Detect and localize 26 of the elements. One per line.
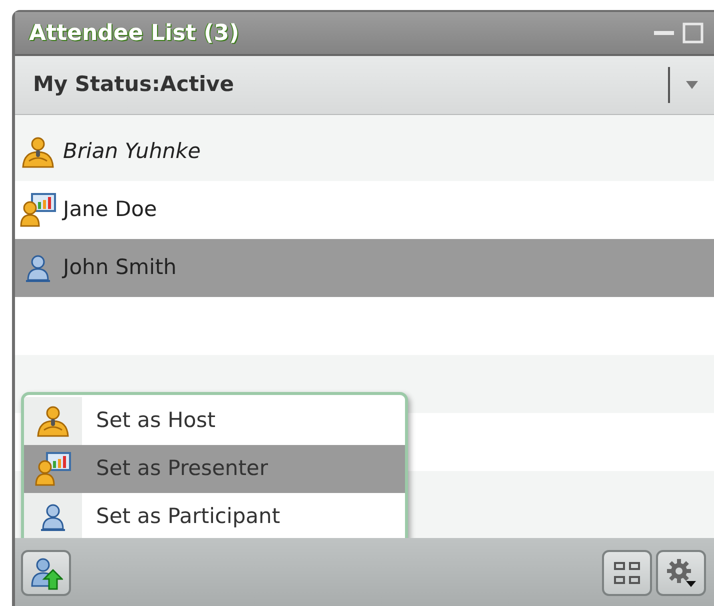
change-role-button[interactable] [21, 550, 71, 596]
maximize-button[interactable] [682, 22, 704, 44]
menu-item[interactable]: Set as Presenter [24, 445, 405, 493]
maximize-icon [682, 22, 704, 44]
person-up-arrow-icon [29, 556, 63, 590]
participant-icon [38, 502, 68, 532]
attendee-row[interactable]: Jane Doe [15, 181, 714, 239]
status-label: My Status:Active [33, 71, 234, 98]
menu-item[interactable]: Set as Host [24, 397, 405, 445]
attendee-row[interactable]: John Smith [15, 239, 714, 297]
participant-icon [23, 253, 53, 283]
attendee-name: Jane Doe [63, 196, 157, 224]
menu-item[interactable]: Set as Participant [24, 493, 405, 541]
panel-title: Attendee List (3) [29, 20, 240, 48]
settings-icon [666, 558, 696, 588]
presenter-icon [20, 193, 56, 227]
host-icon [21, 136, 55, 168]
layout-button[interactable] [602, 550, 652, 596]
presenter-icon [35, 452, 71, 486]
attendee-name: John Smith [63, 254, 177, 282]
host-icon [36, 405, 70, 437]
attendee-name: Brian Yuhnke [63, 138, 201, 166]
minimize-icon [654, 31, 674, 35]
grid-icon [613, 561, 641, 585]
caret-icon [686, 81, 698, 89]
settings-button[interactable] [656, 550, 706, 596]
